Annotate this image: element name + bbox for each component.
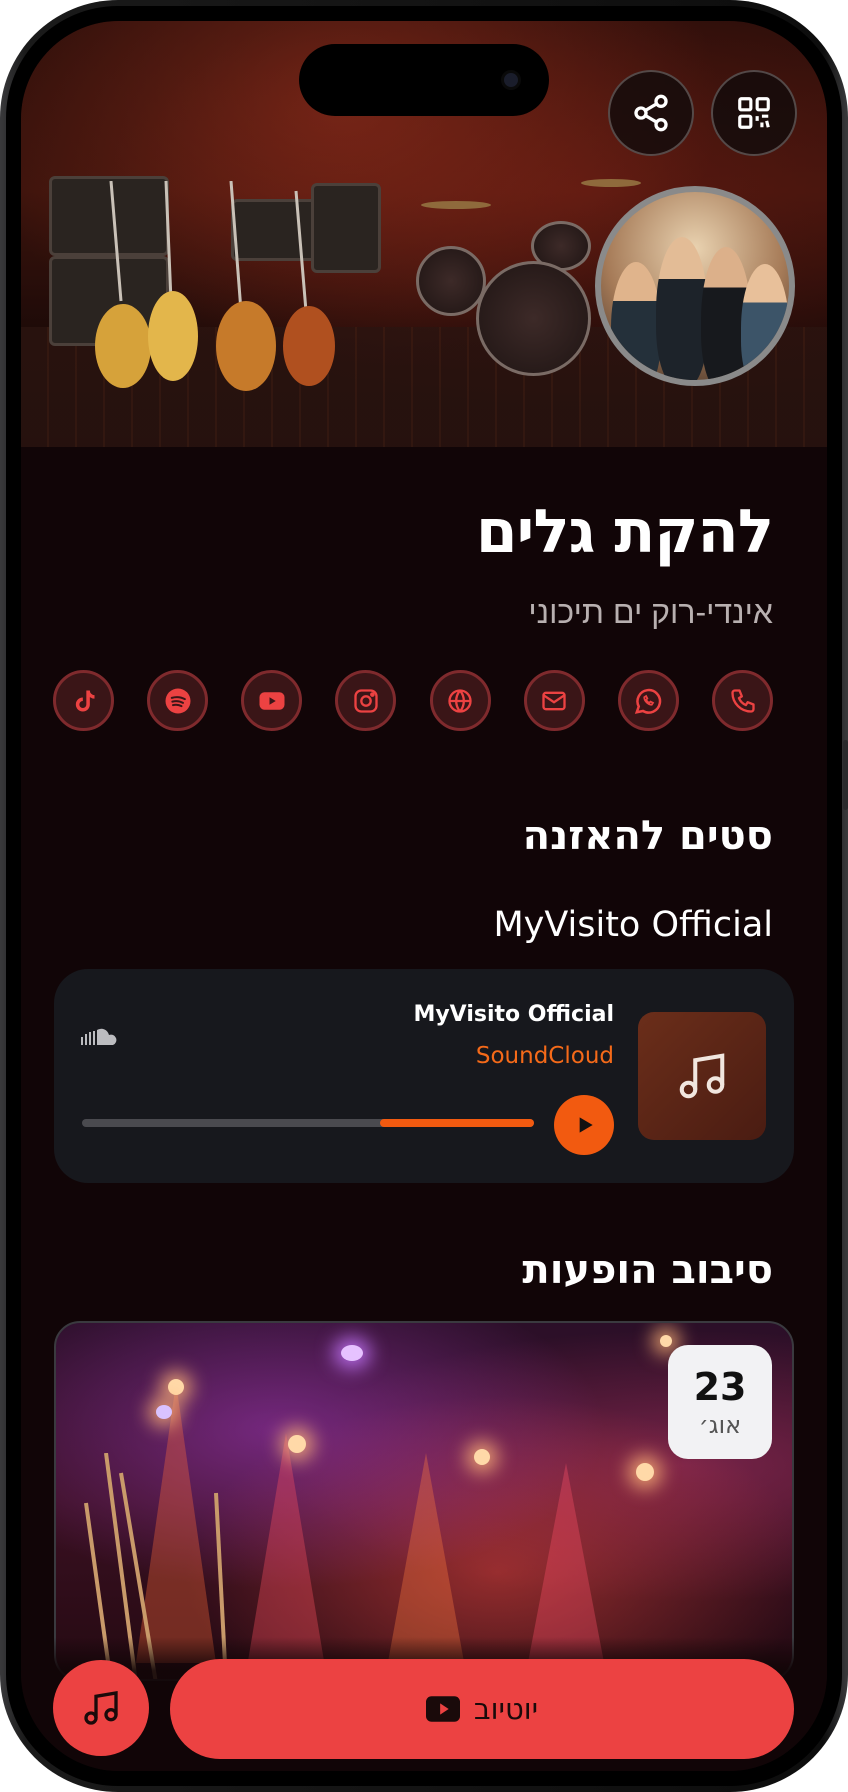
stage-light	[288, 1435, 306, 1453]
playlist-name: MyVisito Official	[493, 905, 773, 945]
youtube-icon	[259, 691, 285, 710]
event-day: 23	[693, 1365, 747, 1409]
soundcloud-player[interactable]: MyVisito Official SoundCloud	[54, 969, 794, 1183]
profile-content: להקת גלים אינדי-רוק ים תיכוני סטים להאזנ…	[21, 447, 827, 1771]
play-icon	[579, 1117, 593, 1133]
soundcloud-icon	[81, 1028, 117, 1045]
tour-event-card[interactable]: 23 אוג׳	[54, 1321, 794, 1681]
website-link[interactable]	[429, 670, 491, 731]
music-note-icon	[679, 1053, 725, 1099]
band-name: להקת גלים	[475, 497, 774, 567]
email-link[interactable]	[523, 670, 585, 731]
youtube-link[interactable]	[241, 670, 303, 731]
instagram-link[interactable]	[335, 670, 397, 731]
spotify-icon	[165, 688, 191, 713]
dynamic-island	[299, 44, 549, 116]
profile-avatar[interactable]	[595, 186, 795, 386]
share-icon	[634, 94, 668, 132]
listen-section-title: סטים להאזנה	[522, 813, 773, 859]
instagram-icon	[354, 688, 378, 713]
social-links	[53, 670, 773, 734]
event-date-badge: 23 אוג׳	[668, 1345, 772, 1459]
stage-light	[156, 1405, 172, 1419]
qr-code-button[interactable]	[711, 70, 797, 156]
youtube-icon	[425, 1696, 460, 1722]
avatar-person	[611, 262, 661, 380]
drum	[476, 261, 591, 376]
side-button	[843, 740, 848, 810]
track-progress[interactable]	[82, 1119, 534, 1127]
hero-cover-image	[21, 21, 827, 447]
share-button[interactable]	[608, 70, 694, 156]
avatar-person	[741, 264, 789, 380]
screen: להקת גלים אינדי-רוק ים תיכוני סטים להאזנ…	[21, 21, 827, 1771]
event-month: אוג׳	[698, 1411, 742, 1439]
phone-link[interactable]	[712, 670, 773, 731]
stage-light	[636, 1463, 654, 1481]
whatsapp-icon	[635, 688, 662, 714]
globe-icon	[448, 688, 472, 713]
tiktok-link[interactable]	[53, 670, 115, 731]
stage-light	[341, 1345, 363, 1361]
stage-light	[474, 1449, 490, 1465]
track-source: SoundCloud	[475, 1043, 614, 1069]
whatsapp-link[interactable]	[617, 670, 679, 731]
music-note-icon	[84, 1691, 118, 1725]
track-title: MyVisito Official	[413, 1002, 614, 1027]
camera	[501, 70, 521, 90]
phone-icon	[730, 688, 755, 713]
tour-section-title: סיבוב הופעות	[522, 1247, 773, 1293]
guitar	[95, 181, 335, 391]
drum	[416, 246, 486, 316]
stage-light	[660, 1335, 672, 1347]
mail-icon	[542, 691, 566, 710]
track-cover	[638, 1012, 766, 1140]
track-progress-fill	[380, 1119, 534, 1127]
cymbal	[581, 179, 641, 187]
spotify-link[interactable]	[147, 670, 209, 731]
cymbal	[421, 201, 491, 209]
play-button[interactable]	[554, 1095, 614, 1155]
tiktok-icon	[75, 690, 95, 711]
band-tagline: אינדי-רוק ים תיכוני	[528, 594, 773, 630]
stage-light	[168, 1379, 184, 1395]
youtube-button[interactable]: יוטיוב	[170, 1659, 794, 1759]
qr-code-icon	[738, 97, 770, 129]
youtube-button-label: יוטיוב	[473, 1692, 539, 1726]
music-button[interactable]	[53, 1660, 149, 1756]
